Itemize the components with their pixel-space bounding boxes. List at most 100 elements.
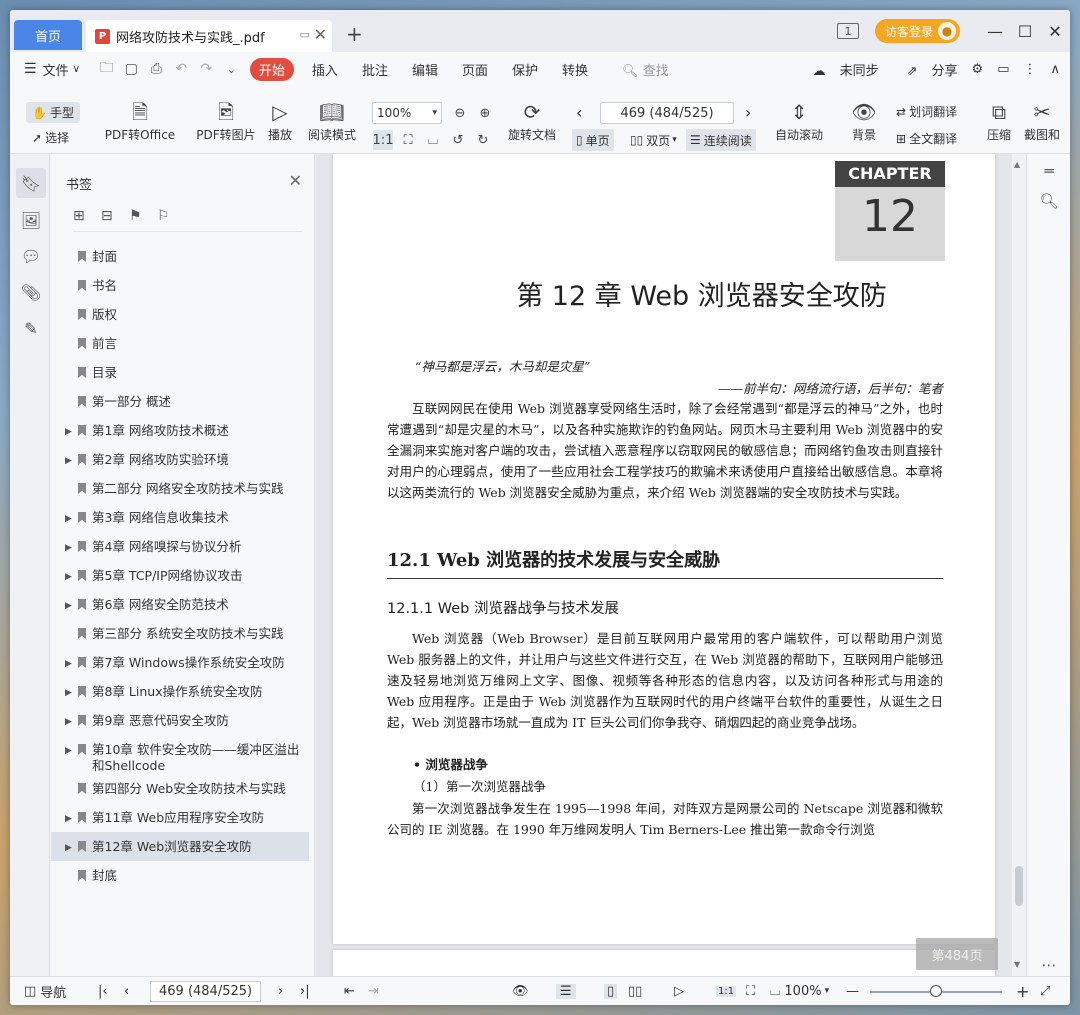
sync-status[interactable]: ☁ 未同步 — [799, 60, 879, 79]
home-tab[interactable]: 首页 — [14, 20, 82, 50]
bookmark-item[interactable]: ▶ 第11章 Web应用程序安全攻防 — [51, 803, 315, 832]
full-translate-button[interactable]: ⊞ 全文翻译 — [896, 130, 957, 147]
bookmark-item[interactable]: ▶ 第8章 Linux操作系统安全攻防 — [51, 677, 315, 706]
tab-insert[interactable]: 插入 — [312, 60, 338, 79]
bookmark-add-flag-icon[interactable]: ⚑ — [129, 208, 157, 224]
delete-bookmark-icon[interactable]: ⊟ — [101, 208, 129, 224]
double-page-mode-icon[interactable]: ▯▯ — [628, 984, 642, 999]
document-tab[interactable]: P 网络攻防技术与实践_.pdf ▭ ✕ — [86, 20, 332, 52]
actual-size-icon[interactable]: 1:1 — [716, 985, 737, 997]
zoom-dropdown[interactable]: ⌴ 100% ▾ — [770, 984, 829, 999]
comment-icon[interactable]: 💬︎ — [16, 241, 46, 271]
back-icon[interactable]: ⇤ — [344, 984, 355, 999]
expand-arrow-icon[interactable]: ▶ — [65, 714, 72, 730]
last-page-icon[interactable]: ›| — [300, 984, 310, 999]
scroll-up-icon[interactable]: ▲ — [1014, 160, 1020, 169]
vertical-scrollbar[interactable]: ▲ ▼ — [1012, 154, 1026, 976]
tab-annotate[interactable]: 批注 — [362, 60, 388, 79]
bookmark-item[interactable]: 前言 — [51, 329, 315, 358]
zoom-in-icon[interactable]: ⊕ — [475, 103, 495, 123]
play-icon[interactable]: ▷ — [674, 984, 684, 999]
screenshot-button[interactable]: ✂ 截图和 — [1022, 98, 1062, 143]
double-page-button[interactable]: ▯▯ 双页 ▾ — [626, 129, 681, 151]
document-viewport[interactable]: CHAPTER 12 第 12 章 Web 浏览器安全攻防 “神马都是浮云，木马… — [316, 154, 1012, 976]
navigation-toggle[interactable]: ◫ 导航 — [24, 982, 66, 1001]
rotate-left-icon[interactable]: ↺ — [448, 130, 468, 150]
fit-width-icon[interactable]: ⌴ — [423, 130, 443, 150]
print-icon[interactable]: ⎙ — [144, 61, 169, 77]
single-page-button[interactable]: ▯ 单页 — [572, 129, 614, 151]
bookmark-item[interactable]: ▶ 第7章 Windows操作系统安全攻防 — [51, 648, 315, 677]
zoom-in-icon[interactable]: + — [1016, 982, 1029, 1001]
bookmark-item[interactable]: ▶ 第12章 Web浏览器安全攻防 — [51, 832, 309, 861]
expand-arrow-icon[interactable]: ▶ — [65, 453, 72, 469]
thumbnail-icon[interactable]: 🖼︎ — [16, 205, 46, 235]
tab-protect[interactable]: 保护 — [512, 60, 538, 79]
page-number-input[interactable]: 469 (484/525) — [600, 102, 734, 124]
expand-arrow-icon[interactable]: ▶ — [65, 424, 72, 440]
scroll-down-icon[interactable]: ▼ — [1014, 960, 1020, 969]
search-text-icon[interactable]: 🔍︎ — [1037, 192, 1061, 210]
compress-button[interactable]: ⧉ 压缩 — [984, 98, 1014, 143]
rotate-right-icon[interactable]: ↻ — [473, 130, 493, 150]
expand-arrow-icon[interactable]: ▶ — [65, 569, 72, 585]
bookmark-item[interactable]: 第三部分 系统安全攻防技术与实践 — [51, 619, 315, 648]
panel-toggle-icon[interactable]: ═ — [1037, 162, 1061, 180]
background-button[interactable]: 👁︎ 背景 — [846, 98, 882, 143]
window-layout-icon[interactable]: 1 — [836, 23, 859, 39]
more-options-icon[interactable]: ⋯ — [1037, 956, 1061, 974]
bookmark-item[interactable]: ▶ 第1章 网络攻防技术概述 — [51, 416, 315, 445]
file-menu[interactable]: ☰ 文件 ∨ — [24, 60, 80, 79]
new-tab-button[interactable]: + — [346, 22, 363, 46]
bookmark-item[interactable]: 封面 — [51, 242, 315, 271]
zoom-select[interactable]: 100% ▾ — [372, 102, 442, 124]
tab-page[interactable]: 页面 — [462, 60, 488, 79]
fit-page-icon[interactable]: ⛶ — [398, 130, 418, 150]
pin-icon[interactable]: ▭ — [300, 28, 310, 41]
bookmark-item[interactable]: 第一部分 概述 — [51, 387, 315, 416]
actual-size-icon[interactable]: 1:1 — [373, 130, 393, 150]
bookmark-flag-icon[interactable]: ⚐ — [157, 208, 185, 224]
play-button[interactable]: ▷ 播放 — [265, 98, 295, 143]
minimize-button[interactable]: — — [980, 22, 1010, 41]
bookmark-item[interactable]: ▶ 第3章 网络信息收集技术 — [51, 503, 315, 532]
next-page-icon[interactable]: › — [278, 984, 283, 999]
previous-page-icon[interactable]: ‹ — [576, 103, 582, 122]
signature-icon[interactable]: ✎ — [16, 313, 46, 343]
hand-tool-button[interactable]: ✋ 手型 — [26, 102, 80, 123]
single-page-mode-icon[interactable]: ▯ — [604, 983, 618, 999]
expand-arrow-icon[interactable]: ▶ — [65, 685, 72, 701]
collapse-ribbon-icon[interactable]: ∧ — [1050, 62, 1060, 77]
zoom-slider[interactable] — [870, 985, 1002, 997]
tab-start[interactable]: 开始 — [249, 57, 294, 81]
zoom-slider-knob[interactable] — [930, 985, 942, 997]
bookmark-item[interactable]: ▶ 第9章 恶意代码安全攻防 — [51, 706, 315, 735]
zoom-out-icon[interactable]: — — [846, 984, 859, 999]
tab-edit[interactable]: 编辑 — [412, 60, 438, 79]
save-icon[interactable]: ▢ — [119, 61, 144, 77]
close-panel-icon[interactable]: ✕ — [289, 171, 302, 190]
pdf-to-office-button[interactable]: 🗎 PDF转Office — [102, 98, 178, 143]
comment-icon[interactable]: ▭ — [997, 62, 1009, 77]
tab-convert[interactable]: 转换 — [562, 60, 588, 79]
rotate-document-button[interactable]: ⟳ 旋转文档 — [504, 98, 560, 143]
status-page-input[interactable]: 469 (484/525) — [150, 981, 262, 1002]
open-folder-icon[interactable]: 🗀 — [94, 57, 119, 81]
maximize-button[interactable]: ☐ — [1010, 22, 1040, 41]
bookmark-item[interactable]: ▶ 第10章 软件安全攻防——缓冲区溢出和Shellcode — [51, 735, 315, 774]
scrollbar-thumb[interactable] — [1015, 866, 1023, 906]
search-menu[interactable]: 🔍︎ 查找 — [622, 60, 669, 79]
word-translate-button[interactable]: ⇄ 划词翻译 — [896, 103, 957, 120]
fit-page-icon[interactable]: ⛶ — [746, 984, 755, 999]
eye-mode-icon[interactable]: 👁︎ — [512, 984, 529, 999]
zoom-out-icon[interactable]: ⊖ — [450, 103, 470, 123]
first-page-icon[interactable]: |‹ — [98, 984, 108, 999]
previous-page-icon[interactable]: ‹ — [124, 984, 129, 999]
attachment-icon[interactable]: 📎︎ — [16, 277, 46, 307]
close-tab-icon[interactable]: ✕ — [314, 25, 327, 44]
add-bookmark-icon[interactable]: ⊞ — [73, 208, 101, 224]
bookmark-item[interactable]: ▶ 第5章 TCP/IP网络协议攻击 — [51, 561, 315, 590]
more-dropdown-icon[interactable]: ⌄ — [219, 63, 244, 76]
expand-arrow-icon[interactable]: ▶ — [65, 540, 72, 556]
auto-scroll-button[interactable]: ⇕ 自动滚动 — [768, 98, 830, 143]
